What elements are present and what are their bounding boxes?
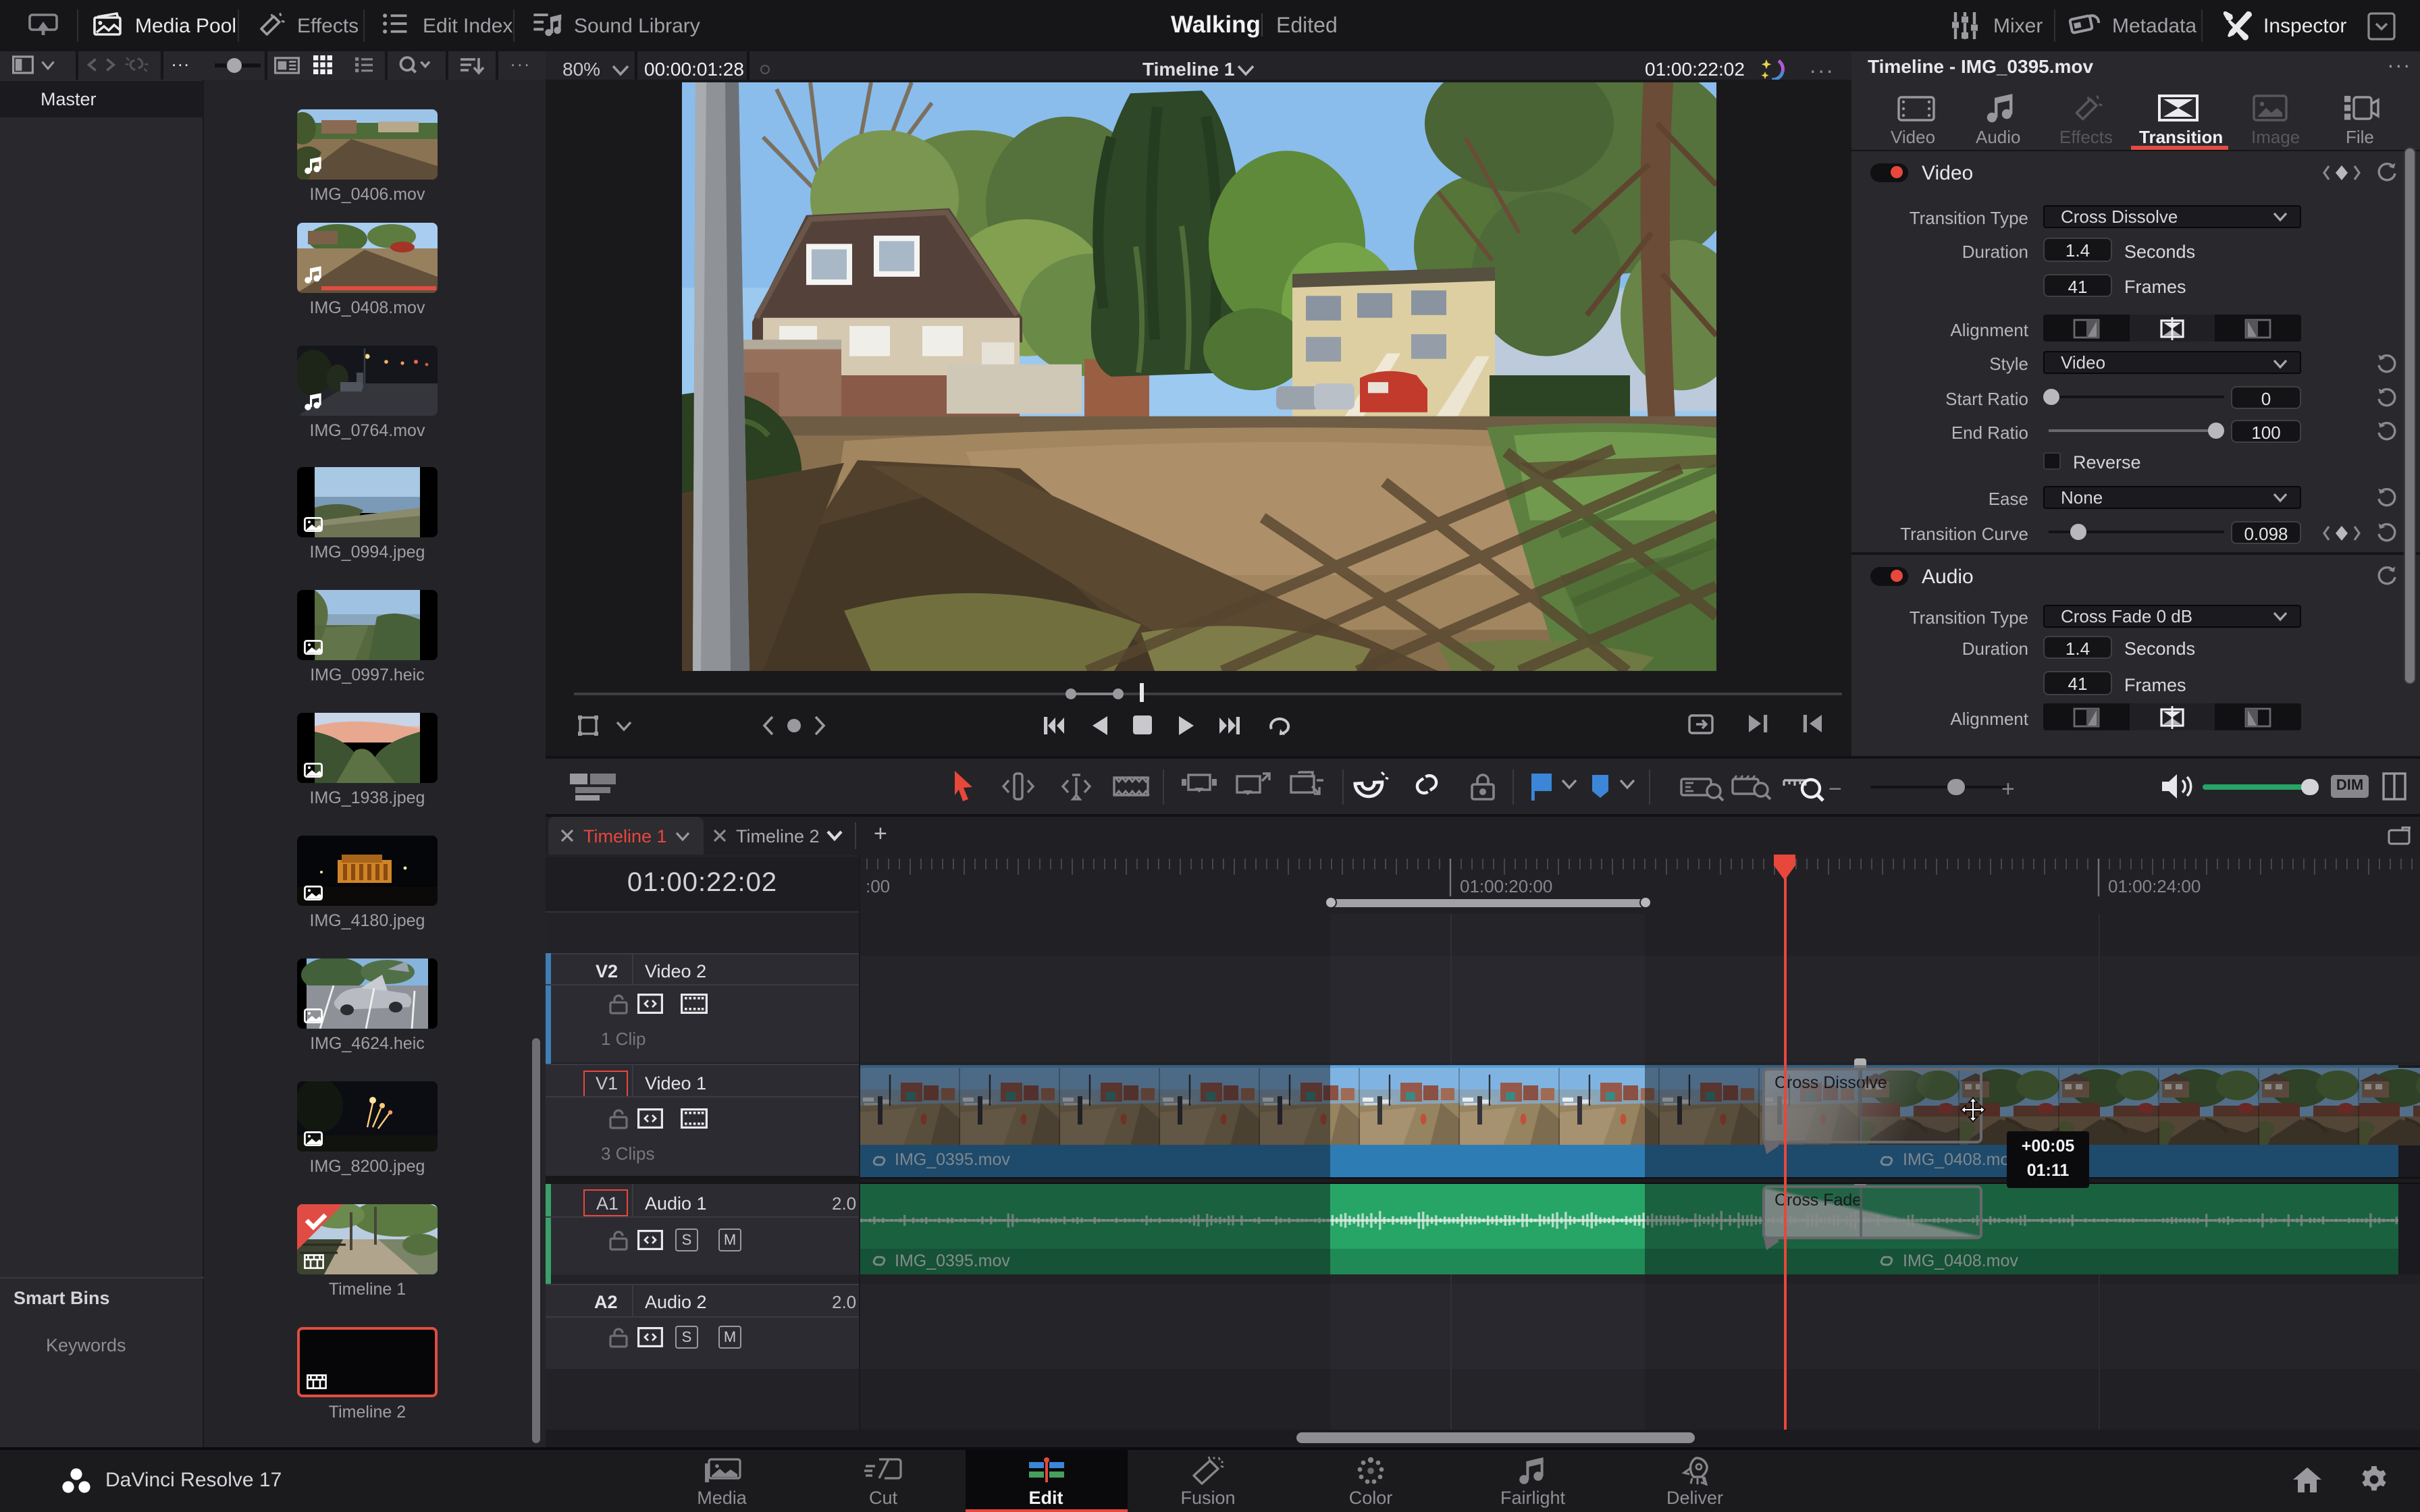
svg-text:01:00:24:00: 01:00:24:00 — [2107, 876, 2200, 896]
svg-text::00: :00 — [865, 876, 889, 896]
svg-text:01:00:20:00: 01:00:20:00 — [1459, 876, 1552, 896]
